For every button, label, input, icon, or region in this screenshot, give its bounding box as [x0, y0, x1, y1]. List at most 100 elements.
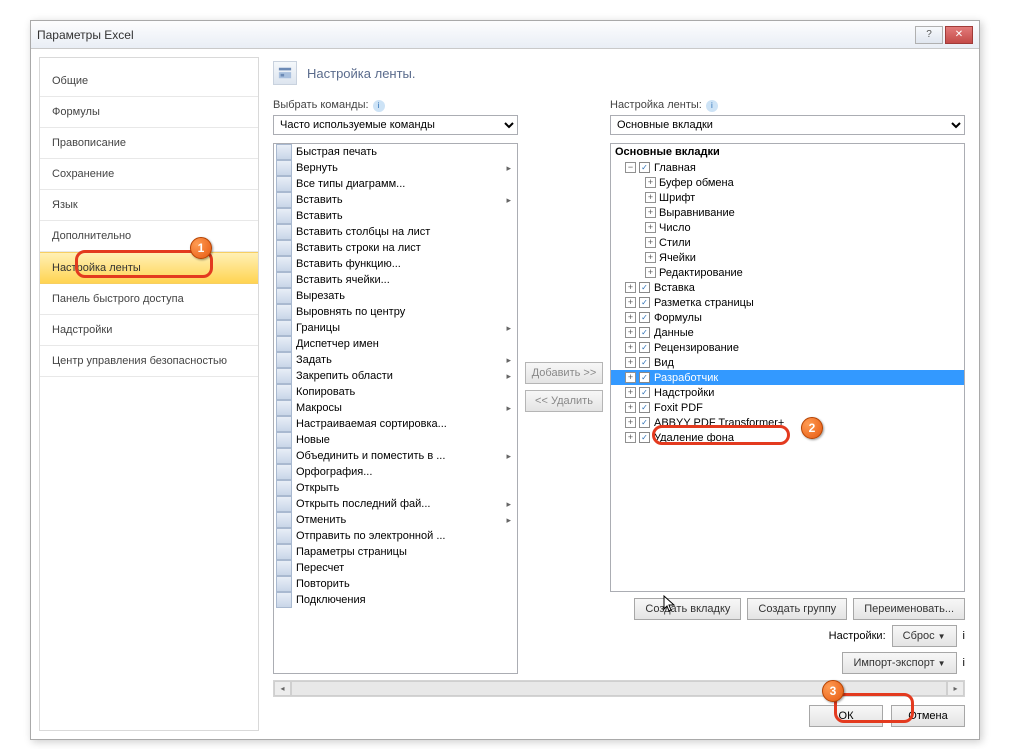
- tree-node[interactable]: +✓Данные: [611, 325, 964, 340]
- expand-icon[interactable]: +: [625, 357, 636, 368]
- list-item[interactable]: Вставить ячейки...: [274, 272, 517, 288]
- list-item[interactable]: Задать▸: [274, 352, 517, 368]
- list-item[interactable]: Копировать: [274, 384, 517, 400]
- list-item[interactable]: Отменить▸: [274, 512, 517, 528]
- tree-node[interactable]: +✓Вставка: [611, 280, 964, 295]
- expand-icon[interactable]: +: [625, 432, 636, 443]
- tree-node[interactable]: +Выравнивание: [611, 205, 964, 220]
- expand-icon[interactable]: +: [645, 192, 656, 203]
- list-item[interactable]: Отправить по электронной ...: [274, 528, 517, 544]
- expand-icon[interactable]: +: [625, 297, 636, 308]
- cat-trust[interactable]: Центр управления безопасностью: [40, 346, 258, 377]
- list-item[interactable]: Выровнять по центру: [274, 304, 517, 320]
- cat-general[interactable]: Общие: [40, 66, 258, 97]
- cancel-button[interactable]: Отмена: [891, 705, 965, 727]
- list-item[interactable]: Диспетчер имен: [274, 336, 517, 352]
- import-export-button[interactable]: Импорт-экспорт▼: [842, 652, 956, 674]
- list-item[interactable]: Новые: [274, 432, 517, 448]
- cat-proofing[interactable]: Правописание: [40, 128, 258, 159]
- new-group-button[interactable]: Создать группу: [747, 598, 847, 620]
- checkbox[interactable]: ✓: [639, 162, 650, 173]
- tree-node[interactable]: +Буфер обмена: [611, 175, 964, 190]
- checkbox[interactable]: ✓: [639, 282, 650, 293]
- new-tab-button[interactable]: Создать вкладку: [634, 598, 741, 620]
- collapse-icon[interactable]: −: [625, 162, 636, 173]
- tree-node[interactable]: +✓Удаление фона: [611, 430, 964, 445]
- tree-node[interactable]: +✓Разметка страницы: [611, 295, 964, 310]
- list-item[interactable]: Все типы диаграмм...: [274, 176, 517, 192]
- cat-language[interactable]: Язык: [40, 190, 258, 221]
- tree-node[interactable]: +✓Разработчик: [611, 370, 964, 385]
- cat-addins[interactable]: Надстройки: [40, 315, 258, 346]
- list-item[interactable]: Повторить: [274, 576, 517, 592]
- info-icon[interactable]: i: [963, 657, 965, 669]
- info-icon[interactable]: i: [373, 100, 385, 112]
- choose-commands-select[interactable]: Часто используемые команды: [273, 115, 518, 135]
- scroll-right-icon[interactable]: ▸: [947, 681, 964, 696]
- tree-node[interactable]: +Число: [611, 220, 964, 235]
- tree-node[interactable]: +✓Рецензирование: [611, 340, 964, 355]
- tree-node[interactable]: +✓Надстройки: [611, 385, 964, 400]
- info-icon[interactable]: i: [963, 630, 965, 642]
- list-item[interactable]: Открыть последний фай...▸: [274, 496, 517, 512]
- expand-icon[interactable]: +: [625, 372, 636, 383]
- close-button[interactable]: ✕: [945, 26, 973, 44]
- remove-button[interactable]: << Удалить: [525, 390, 603, 412]
- commands-listbox[interactable]: Быстрая печатьВернуть▸Все типы диаграмм.…: [273, 143, 518, 674]
- customize-ribbon-select[interactable]: Основные вкладки: [610, 115, 965, 135]
- checkbox[interactable]: ✓: [639, 417, 650, 428]
- checkbox[interactable]: ✓: [639, 297, 650, 308]
- tree-node[interactable]: −✓Главная: [611, 160, 964, 175]
- list-item[interactable]: Вернуть▸: [274, 160, 517, 176]
- list-item[interactable]: Вставить▸: [274, 192, 517, 208]
- list-item[interactable]: Настраиваемая сортировка...: [274, 416, 517, 432]
- checkbox[interactable]: ✓: [639, 372, 650, 383]
- tree-node[interactable]: +Ячейки: [611, 250, 964, 265]
- list-item[interactable]: Вставить строки на лист: [274, 240, 517, 256]
- tree-node[interactable]: +Шрифт: [611, 190, 964, 205]
- checkbox[interactable]: ✓: [639, 387, 650, 398]
- expand-icon[interactable]: +: [625, 417, 636, 428]
- help-button[interactable]: ?: [915, 26, 943, 44]
- list-item[interactable]: Вставить: [274, 208, 517, 224]
- expand-icon[interactable]: +: [645, 207, 656, 218]
- scroll-thumb[interactable]: [291, 681, 947, 696]
- cat-save[interactable]: Сохранение: [40, 159, 258, 190]
- expand-icon[interactable]: +: [645, 237, 656, 248]
- expand-icon[interactable]: +: [645, 252, 656, 263]
- tree-node[interactable]: +✓ABBYY PDF Transformer+: [611, 415, 964, 430]
- info-icon[interactable]: i: [706, 100, 718, 112]
- list-item[interactable]: Параметры страницы: [274, 544, 517, 560]
- tree-node[interactable]: +✓Формулы: [611, 310, 964, 325]
- checkbox[interactable]: ✓: [639, 357, 650, 368]
- list-item[interactable]: Орфография...: [274, 464, 517, 480]
- list-item[interactable]: Пересчет: [274, 560, 517, 576]
- scroll-left-icon[interactable]: ◂: [274, 681, 291, 696]
- cat-formulas[interactable]: Формулы: [40, 97, 258, 128]
- expand-icon[interactable]: +: [645, 222, 656, 233]
- expand-icon[interactable]: +: [625, 402, 636, 413]
- expand-icon[interactable]: +: [625, 327, 636, 338]
- tree-node[interactable]: +✓Вид: [611, 355, 964, 370]
- expand-icon[interactable]: +: [645, 177, 656, 188]
- list-item[interactable]: Объединить и поместить в ...▸: [274, 448, 517, 464]
- rename-button[interactable]: Переименовать...: [853, 598, 965, 620]
- expand-icon[interactable]: +: [625, 312, 636, 323]
- list-item[interactable]: Границы▸: [274, 320, 517, 336]
- tree-node[interactable]: +✓Foxit PDF: [611, 400, 964, 415]
- expand-icon[interactable]: +: [645, 267, 656, 278]
- tree-node[interactable]: +Редактирование: [611, 265, 964, 280]
- tree-node[interactable]: +Стили: [611, 235, 964, 250]
- checkbox[interactable]: ✓: [639, 432, 650, 443]
- list-item[interactable]: Быстрая печать: [274, 144, 517, 160]
- list-item[interactable]: Вырезать: [274, 288, 517, 304]
- list-item[interactable]: Открыть: [274, 480, 517, 496]
- checkbox[interactable]: ✓: [639, 312, 650, 323]
- expand-icon[interactable]: +: [625, 387, 636, 398]
- list-item[interactable]: Вставить столбцы на лист: [274, 224, 517, 240]
- expand-icon[interactable]: +: [625, 342, 636, 353]
- list-item[interactable]: Макросы▸: [274, 400, 517, 416]
- list-item[interactable]: Вставить функцию...: [274, 256, 517, 272]
- cat-advanced[interactable]: Дополнительно: [40, 221, 258, 252]
- list-item[interactable]: Подключения: [274, 592, 517, 608]
